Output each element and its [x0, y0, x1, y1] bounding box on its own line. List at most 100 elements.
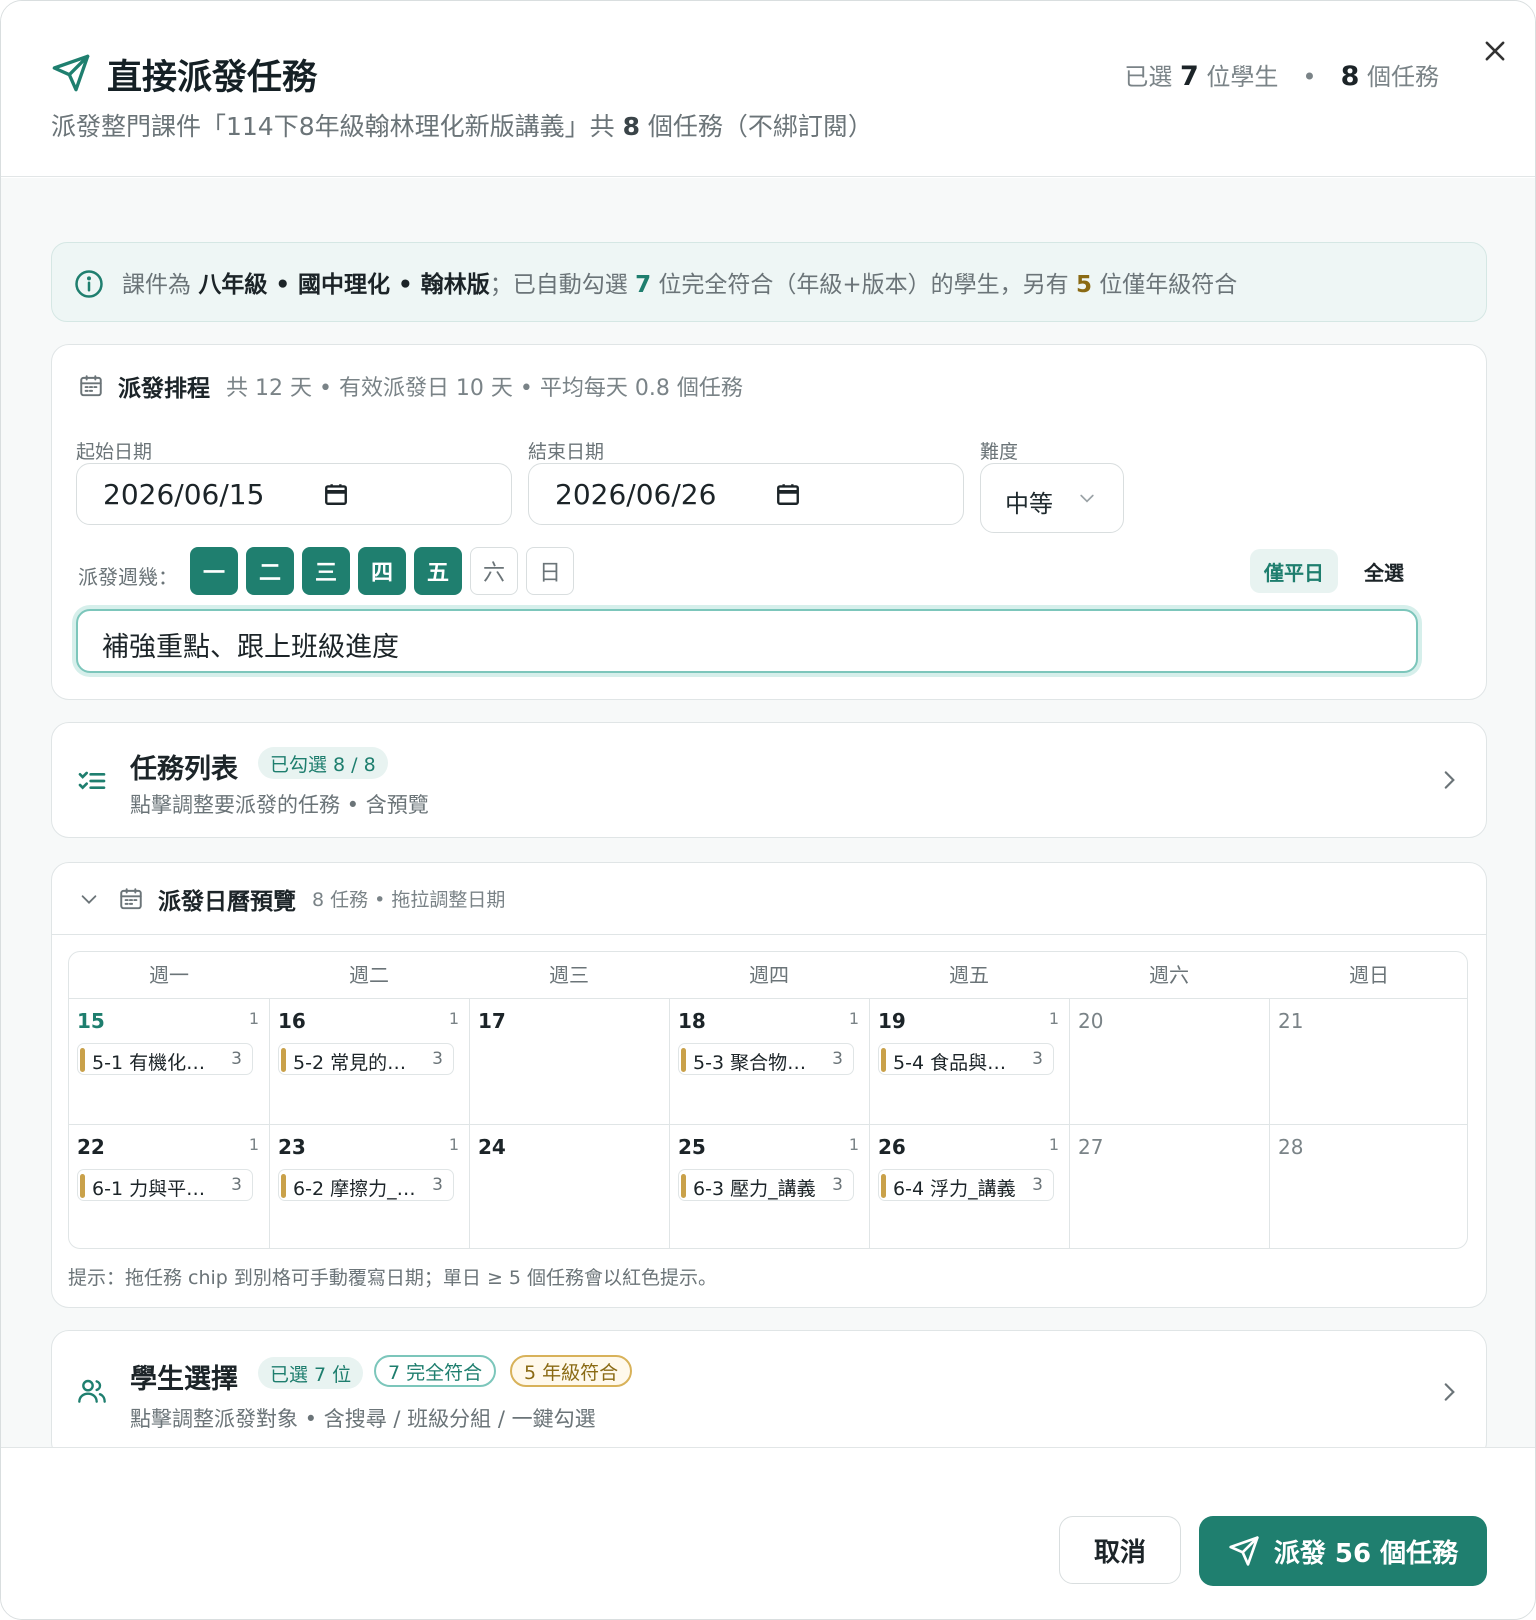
end-date-input[interactable]: 2026/06/26: [528, 463, 964, 525]
task-chip-count: 3: [432, 1049, 443, 1069]
weekday-toggle[interactable]: 二: [246, 547, 294, 595]
weekday-toggle[interactable]: 六: [470, 547, 518, 595]
info-grade-count: 5: [1075, 272, 1092, 298]
start-date-input[interactable]: 2026/06/15: [76, 463, 512, 525]
purpose-input[interactable]: 補強重點、跟上班級進度: [76, 609, 1418, 673]
cancel-button[interactable]: 取消: [1059, 1516, 1181, 1584]
task-list-row[interactable]: 任務列表 已勾選 8 / 8 點擊調整要派發的任務 • 含預覽: [51, 722, 1487, 838]
calendar-task-count: 1: [848, 1009, 859, 1028]
info-banner: 課件為 八年級 • 國中理化 • 翰林版；已自動勾選 7 位完全符合（年級+版本…: [51, 242, 1487, 322]
task-chip-label: 5-3 聚合物與衣料: [693, 1052, 823, 1074]
calendar-preview-card: 派發日曆預覽 8 任務 • 拖拉調整日期 週一 週二 週三 週四 週五 週六 週日 15 1 5-…: [51, 862, 1487, 1308]
calendar-icon: [120, 887, 142, 909]
info-text: 課件為 八年級 • 國中理化 • 翰林版；已自動勾選 7 位完全符合（年級+版本…: [122, 265, 1237, 299]
calendar-day-cell[interactable]: 16 1 5-2 常見的有機化合物 3: [269, 998, 469, 1124]
difficulty-select[interactable]: 中等: [980, 463, 1124, 533]
task-chip[interactable]: 6-4 浮力_講義 3: [878, 1169, 1054, 1201]
task-chip[interactable]: 6-2 摩擦力_講義 3: [278, 1169, 454, 1201]
chevron-down-icon[interactable]: [78, 888, 100, 910]
weekday-toggle[interactable]: 四: [358, 547, 406, 595]
close-icon[interactable]: [1481, 37, 1509, 65]
info-t2: ；已自動勾選: [489, 272, 636, 298]
task-chip[interactable]: 6-1 力與平衡_講義 3: [77, 1169, 253, 1201]
send-icon: [1229, 1536, 1259, 1566]
calendar-day-cell[interactable]: 28: [1269, 1124, 1467, 1248]
calendar-task-count: 1: [248, 1009, 259, 1028]
weekday-toggles: 一二三四五六日: [190, 547, 574, 595]
dispatch-button[interactable]: 派發 56 個任務: [1199, 1516, 1487, 1586]
info-dot1: •: [267, 272, 299, 298]
task-chip-accent: [681, 1048, 686, 1072]
weekday-header: 週六: [1149, 963, 1189, 987]
task-chip[interactable]: 5-3 聚合物與衣料 3: [678, 1043, 854, 1075]
end-date-value: 2026/06/26: [555, 478, 717, 511]
dispatch-button-label: 派發 56 個任務: [1273, 1538, 1459, 1569]
calendar-day-cell[interactable]: 21: [1269, 998, 1467, 1124]
student-select-subtitle: 點擊調整派發對象 • 含搜尋 / 班級分組 / 一鍵勾選: [130, 1407, 596, 1431]
chevron-down-icon: [1080, 494, 1094, 503]
task-list-subtitle: 點擊調整要派發的任務 • 含預覽: [130, 793, 429, 817]
weekday-toggle[interactable]: 日: [526, 547, 574, 595]
calendar-day-cell[interactable]: 27: [1069, 1124, 1269, 1248]
grade-match-badge: 5 年級符合: [510, 1355, 633, 1387]
calendar-day-cell[interactable]: 22 1 6-1 力與平衡_講義 3: [69, 1124, 269, 1248]
calendar-day-cell[interactable]: 24: [469, 1124, 669, 1248]
task-chip-count: 3: [832, 1049, 843, 1069]
info-dot2: •: [390, 272, 421, 298]
info-full-count: 7: [635, 272, 652, 298]
weekday-toggle[interactable]: 三: [302, 547, 350, 595]
subtitle-post: 個任務（不綁訂閱）: [639, 112, 873, 141]
modal-body[interactable]: 課件為 八年級 • 國中理化 • 翰林版；已自動勾選 7 位完全符合（年級+版本…: [1, 178, 1535, 1448]
modal-title: 直接派發任務: [107, 58, 318, 98]
calendar-day-number: 25: [678, 1135, 706, 1159]
calendar-picker-icon[interactable]: [323, 480, 349, 508]
difficulty-value: 中等: [1005, 490, 1053, 518]
calendar-preview-header[interactable]: 派發日曆預覽 8 任務 • 拖拉調整日期: [52, 863, 1486, 935]
calendar-picker-icon[interactable]: [775, 480, 801, 508]
task-chip-label: 6-3 壓力_講義: [693, 1178, 816, 1200]
calendar-day-cell[interactable]: 15 1 5-1 有機化合物_講義 3: [69, 998, 269, 1124]
sel-mid: 位學生 •: [1198, 63, 1341, 91]
start-date-label: 起始日期: [76, 441, 153, 463]
calendar-day-number: 16: [278, 1009, 306, 1033]
calendar-day-number: 27: [1078, 1135, 1104, 1159]
modal-header: 直接派發任務 派發整門課件「114下8年級翰林理化新版講義」共 8 個任務（不綁…: [1, 1, 1535, 177]
chevron-right-icon: [1444, 771, 1455, 789]
task-chip-accent: [80, 1048, 85, 1072]
info-t4: 位僅年級符合: [1092, 272, 1238, 298]
sel-pre: 已選: [1124, 63, 1180, 91]
select-all-button[interactable]: 全選: [1348, 549, 1420, 593]
calendar-hint: 提示：拖任務 chip 到別格可手動覆寫日期；單日 ≥ 5 個任務會以紅色提示。: [68, 1267, 718, 1289]
end-date-label: 結束日期: [528, 441, 605, 463]
sel-students: 7: [1179, 61, 1199, 92]
calendar-day-cell[interactable]: 19 1 5-4 食品與清潔用品 3: [869, 998, 1069, 1124]
calendar-day-cell[interactable]: 20: [1069, 998, 1269, 1124]
students-selected-badge: 已選 7 位: [258, 1357, 364, 1389]
calendar-day-cell[interactable]: 26 1 6-4 浮力_講義 3: [869, 1124, 1069, 1248]
task-chip[interactable]: 5-1 有機化合物_講義 3: [77, 1043, 253, 1075]
task-chip-accent: [881, 1174, 886, 1198]
task-chip-label: 5-4 食品與清潔用品: [893, 1052, 1023, 1074]
task-chip-accent: [881, 1048, 886, 1072]
task-chip-label: 6-1 力與平衡_講義: [92, 1178, 222, 1200]
info-t1: 課件為: [122, 272, 199, 298]
weekday-toggle[interactable]: 一: [190, 547, 238, 595]
student-select-row[interactable]: 學生選擇 已選 7 位 7 完全符合 5 年級符合 點擊調整派發對象 • 含搜尋…: [51, 1330, 1487, 1448]
task-chip[interactable]: 5-4 食品與清潔用品 3: [878, 1043, 1054, 1075]
task-chip[interactable]: 5-2 常見的有機化合物 3: [278, 1043, 454, 1075]
calendar-day-number: 24: [478, 1135, 506, 1159]
calendar-day-number: 15: [77, 1009, 105, 1033]
calendar-day-cell[interactable]: 17: [469, 998, 669, 1124]
calendar-day-number: 23: [278, 1135, 306, 1159]
calendar-day-cell[interactable]: 25 1 6-3 壓力_講義 3: [669, 1124, 869, 1248]
task-chip-accent: [681, 1174, 686, 1198]
task-chip-count: 3: [432, 1175, 443, 1195]
calendar-day-cell[interactable]: 23 1 6-2 摩擦力_講義 3: [269, 1124, 469, 1248]
calendar-task-count: 1: [1048, 1135, 1059, 1154]
task-chip-count: 3: [231, 1175, 242, 1195]
weekday-toggle[interactable]: 五: [414, 547, 462, 595]
difficulty-label: 難度: [980, 441, 1019, 463]
weekday-only-button[interactable]: 僅平日: [1250, 549, 1338, 593]
calendar-day-cell[interactable]: 18 1 5-3 聚合物與衣料 3: [669, 998, 869, 1124]
task-chip[interactable]: 6-3 壓力_講義 3: [678, 1169, 854, 1201]
